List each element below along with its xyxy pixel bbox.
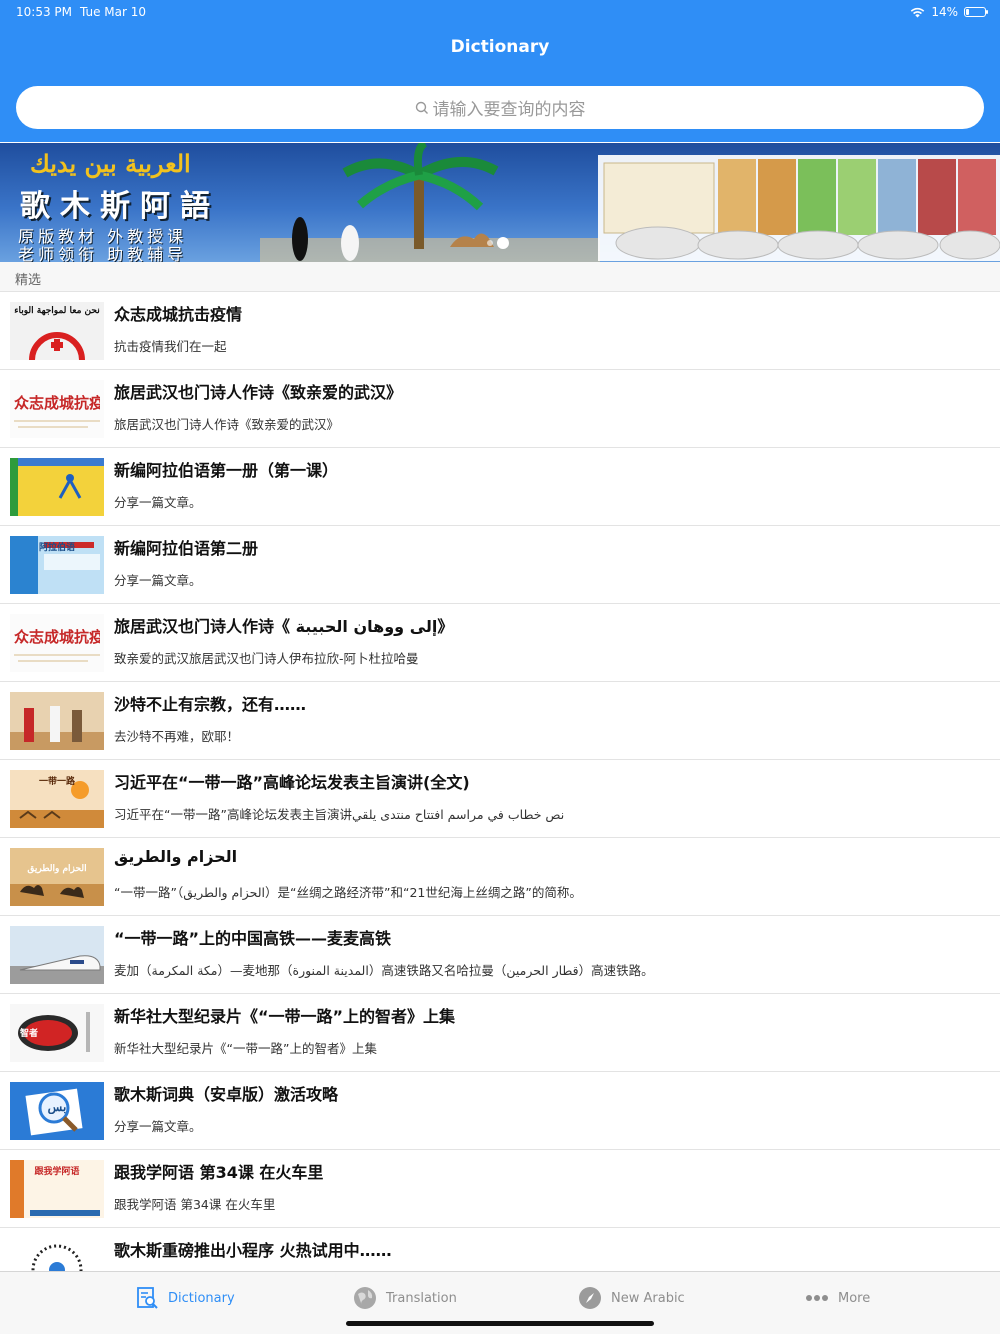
article-thumbnail: نحن معا لمواجهة الوباء (10, 302, 104, 360)
article-thumbnail: الحزام والطريق (10, 848, 104, 906)
tab-label: Dictionary (168, 1290, 235, 1306)
app-root: 10:53 PM Tue Mar 10 14% Dictionary 请输入要查… (0, 0, 1000, 1334)
article-subtitle: 旅居武汉也门诗人作诗《致亲爱的武汉》 (114, 417, 340, 432)
article-thumbnail: 智者 (10, 1004, 104, 1062)
article-title: “一带一路”上的中国高铁——麦麦高铁 (114, 929, 392, 948)
article-title: 新编阿拉伯语第一册（第一课） (114, 461, 339, 480)
banner-arabic-title: العربية بين يديك (30, 149, 191, 178)
article-title: 众志成城抗击疫情 (114, 305, 243, 324)
battery-fill (966, 9, 969, 15)
article-row[interactable]: 一带一路 习近平在“一带一路”高峰论坛发表主旨演讲(全文) 习近平在“一带一路”高峰… (0, 760, 1000, 838)
article-thumbnail: 跟我学阿语 (10, 1160, 104, 1218)
article-thumbnail (10, 926, 104, 984)
banner-title: 歌木斯阿語 (20, 189, 220, 224)
article-subtitle: 去沙特不再难，欧耶！ (114, 729, 240, 744)
search-placeholder: 请输入要查询的内容 (432, 100, 586, 120)
article-title: 沙特不止有宗教，还有…… (114, 695, 307, 714)
article-thumbnail (10, 692, 104, 750)
more-dots-icon (806, 1295, 828, 1301)
article-title: 习近平在“一带一路”高峰论坛发表主旨演讲(全文) (114, 773, 470, 792)
home-indicator (346, 1321, 654, 1326)
article-subtitle: 新华社大型纪录片《“一带一路”上的智者》上集 (114, 1041, 377, 1056)
search-input[interactable]: 请输入要查询的内容 (16, 86, 984, 129)
article-row[interactable]: 众志成城抗疫情旅居武汉也门诗人作诗《致亲爱的武汉》旅居武汉也门诗人作诗《致亲爱的… (0, 370, 1000, 448)
battery-percent: 14% (931, 5, 958, 19)
article-thumbnail: 众志成城抗疫情 (10, 614, 104, 672)
tab-label: Translation (386, 1290, 457, 1306)
article-subtitle: 致亲爱的武汉旅居武汉也门诗人伊布拉欣-阿卜杜拉哈曼 (114, 651, 419, 666)
tab-new-arabic[interactable]: New Arabic (577, 1284, 685, 1312)
article-title: 旅居武汉也门诗人作诗《 إلى ووهان الحبيبة》 (114, 617, 454, 636)
article-subtitle: 分享一篇文章。 (114, 573, 202, 588)
article-row[interactable]: 阿拉伯语 新编阿拉伯语第二册分享一篇文章。 (0, 526, 1000, 604)
wifi-icon (911, 7, 925, 17)
article-subtitle: 分享一篇文章。 (114, 495, 202, 510)
article-list: نحن معا لمواجهة الوباء 众志成城抗击疫情抗击疫情我们在一起众… (0, 292, 1000, 1306)
article-row[interactable]: 智者 新华社大型纪录片《“一带一路”上的智者》上集 新华社大型纪录片《“一带一路”上… (0, 994, 1000, 1072)
tab-translation[interactable]: Translation (352, 1284, 457, 1312)
article-subtitle: 习近平在“一带一路”高峰论坛发表主旨演讲نص خطاب في مراسم افت… (114, 807, 565, 822)
article-row[interactable]: 新编阿拉伯语第一册（第一课） 分享一篇文章。 (0, 448, 1000, 526)
tab-label: More (838, 1290, 871, 1306)
palm-tree-illustration (260, 143, 600, 262)
thumbnail-text: 一带一路 (38, 777, 75, 787)
article-row[interactable]: 沙特不止有宗教，还有…… 去沙特不再难，欧耶！ (0, 682, 1000, 760)
article-row[interactable]: 跟我学阿语 跟我学阿语 第34课 在火车里 跟我学阿语 第34课 在火车里 (0, 1150, 1000, 1228)
section-header: 精选 (0, 262, 1000, 292)
tab-label: New Arabic (611, 1290, 685, 1306)
tab-dictionary[interactable]: Dictionary (134, 1284, 235, 1312)
dictionary-icon (137, 1287, 158, 1309)
compass-icon (579, 1287, 601, 1309)
article-thumbnail: 阿拉伯语 (10, 536, 104, 594)
article-title: 跟我学阿语 第34课 在火车里 (114, 1163, 324, 1182)
battery-icon (964, 7, 988, 17)
article-row[interactable]: الحزام والطريق الحزام والطريق “一带一路”（الحزا… (0, 838, 1000, 916)
article-title: الحزام والطريق (114, 847, 238, 866)
search-icon (415, 101, 428, 114)
article-thumbnail: بس (10, 1082, 104, 1140)
article-thumbnail (10, 458, 104, 516)
thumbnail-text: 跟我学阿语 (34, 1167, 80, 1177)
article-subtitle: 跟我学阿语 第34课 在火车里 (114, 1197, 276, 1212)
globe-icon (354, 1287, 376, 1309)
thumbnail-text: 智者 (20, 1029, 39, 1039)
status-date: Tue Mar 10 (80, 5, 147, 19)
status-bar: 10:53 PM Tue Mar 10 14% (0, 0, 1000, 24)
article-title: 旅居武汉也门诗人作诗《致亲爱的武汉》 (114, 383, 403, 402)
thumbnail-text: 众志成城抗疫情 (14, 394, 100, 412)
thumbnail-text: 阿拉伯语 (38, 543, 75, 553)
article-thumbnail: 一带一路 (10, 770, 104, 828)
article-title: 新编阿拉伯语第二册 (114, 539, 259, 558)
article-row[interactable]: 众志成城抗疫情旅居武汉也门诗人作诗《 إلى ووهان الحبيبة》致亲爱… (0, 604, 1000, 682)
status-right: 14% (910, 5, 988, 19)
thumbnail-text: الحزام والطريق (27, 864, 87, 874)
article-subtitle: “一带一路”（الحزام والطريق）是“丝绸之路经济带”和“21世纪海上… (114, 885, 582, 900)
section-label: 精选 (15, 273, 42, 288)
status-time: 10:53 PM (16, 5, 72, 19)
article-subtitle: 麦加（مكة المكرمة）—麦地那（المدينة المنورة）高速铁路… (114, 963, 654, 978)
thumbnail-text: نحن معا لمواجهة الوباء (14, 306, 100, 316)
article-row[interactable]: “一带一路”上的中国高铁——麦麦高铁麦加（مكة المكرمة）—麦地那（ال… (0, 916, 1000, 994)
article-row[interactable]: نحن معا لمواجهة الوباء 众志成城抗击疫情抗击疫情我们在一起 (0, 292, 1000, 370)
article-row[interactable]: بس 歌木斯词典（安卓版）激活攻略分享一篇文章。 (0, 1072, 1000, 1150)
thumbnail-text: بس (47, 1100, 67, 1114)
thumbnail-text: 众志成城抗疫情 (14, 628, 100, 646)
banner-page-indicator[interactable] (487, 237, 509, 249)
page-dot (487, 240, 493, 246)
article-subtitle: 抗击疫情我们在一起 (114, 339, 227, 354)
article-title: 歌木斯重磅推出小程序 火热试用中…… (114, 1241, 392, 1260)
page-dot-active (497, 237, 509, 249)
app-header: 10:53 PM Tue Mar 10 14% Dictionary 请输入要查… (0, 0, 1000, 142)
article-title: 歌木斯词典（安卓版）激活攻略 (114, 1085, 339, 1104)
tab-more[interactable]: More (804, 1284, 870, 1312)
textbook-stack-illustration (598, 155, 1000, 261)
article-thumbnail: 众志成城抗疫情 (10, 380, 104, 438)
banner-line-2: 老师领衔 助教辅导 (18, 245, 188, 262)
page-title: Dictionary (450, 37, 550, 57)
article-title: 新华社大型纪录片《“一带一路”上的智者》上集 (114, 1007, 456, 1026)
article-subtitle: 分享一篇文章。 (114, 1119, 202, 1134)
